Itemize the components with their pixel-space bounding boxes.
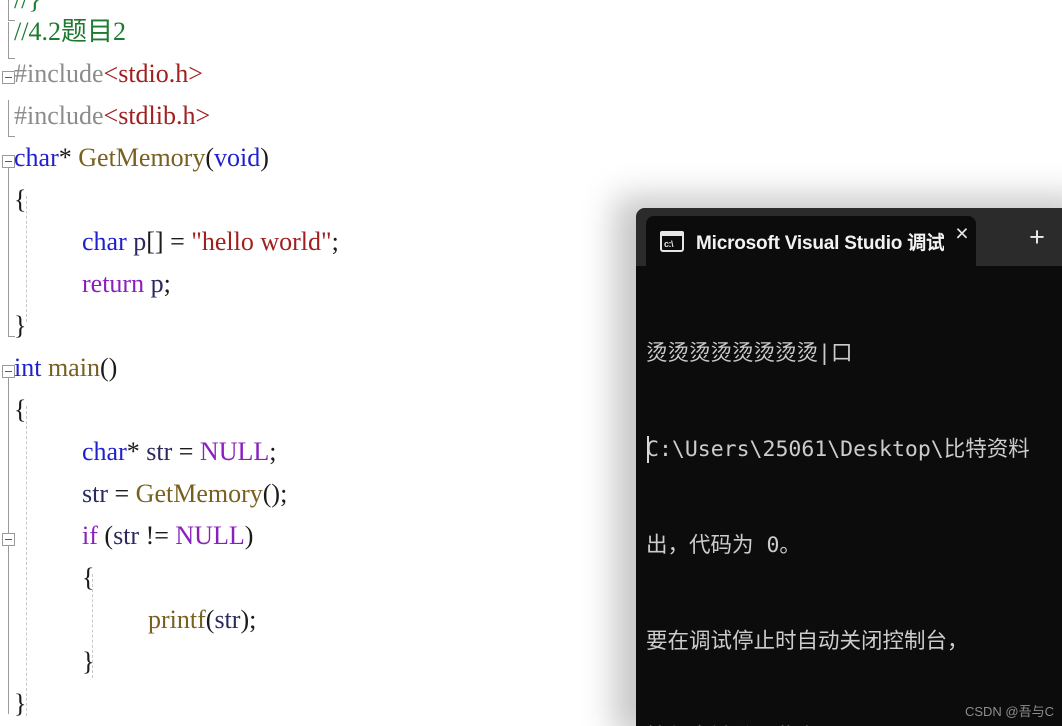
code-line-11[interactable]: char* str = NULL;: [82, 431, 276, 473]
console-output-text: 烫烫烫烫烫烫烫烫|口 C:\Users\25061\Desktop\比特资料 出…: [646, 274, 1062, 726]
console-output-line: 按任意键关闭此窗口. . .: [646, 722, 1062, 726]
variable-str: str: [146, 437, 173, 466]
brace-close: }: [14, 311, 27, 340]
variable-p: p: [144, 269, 164, 298]
code-line-1[interactable]: //4.2题目2: [14, 11, 126, 53]
code-line-9[interactable]: int main(): [14, 347, 117, 389]
paren-close: ): [240, 605, 250, 634]
keyword-char: char: [82, 437, 127, 466]
code-text-area[interactable]: //} //4.2题目2 #include<stdio.h> #include<…: [0, 0, 636, 726]
keyword-char: char: [82, 227, 127, 256]
code-line-17[interactable]: }: [14, 683, 26, 725]
brace-close: }: [82, 647, 95, 676]
macro-null: NULL: [199, 437, 270, 466]
console-titlebar[interactable]: Microsoft Visual Studio 调试控 × +: [636, 208, 1062, 266]
preprocessor-directive: #include: [14, 59, 104, 88]
new-tab-icon[interactable]: +: [1016, 216, 1058, 258]
parens: (): [262, 479, 281, 508]
paren-open: (: [97, 521, 114, 550]
code-line-14[interactable]: {: [82, 557, 94, 599]
function-name-main: main: [41, 353, 100, 382]
paren-open: (: [205, 143, 215, 172]
assign-operator: =: [108, 479, 136, 508]
console-output-line: 出，代码为 0。: [646, 533, 801, 558]
parens: (): [99, 353, 118, 382]
variable-str: str: [82, 479, 108, 508]
console-text-cursor: [647, 436, 649, 463]
include-header: <stdio.h>: [103, 59, 203, 88]
code-line-10[interactable]: {: [14, 389, 26, 431]
code-line-13[interactable]: if (str != NULL): [82, 515, 253, 557]
function-call-getmemory: GetMemory: [135, 479, 263, 508]
paren-close: ): [244, 521, 254, 550]
code-line-12[interactable]: str = GetMemory();: [82, 473, 287, 515]
keyword-char: char: [14, 143, 59, 172]
variable-p: p: [126, 227, 147, 256]
screen-root: //} //4.2题目2 #include<stdio.h> #include<…: [0, 0, 1062, 726]
keyword-int: int: [14, 353, 42, 382]
console-output-line: C:\Users\25061\Desktop\比特资料: [646, 437, 1030, 462]
console-tab-title: Microsoft Visual Studio 调试控: [696, 232, 944, 254]
semicolon: ;: [249, 605, 257, 634]
function-name: GetMemory: [78, 143, 206, 172]
semicolon: ;: [163, 269, 171, 298]
variable-str: str: [214, 605, 241, 634]
command-prompt-icon: [660, 230, 684, 252]
console-output-line: 烫烫烫烫烫烫烫烫|口: [646, 341, 853, 366]
code-line-6[interactable]: char p[] = "hello world";: [82, 221, 339, 263]
brace-close: }: [14, 689, 27, 718]
assign-operator: =: [172, 437, 200, 466]
pointer-star: *: [126, 437, 147, 466]
code-line-4[interactable]: char* GetMemory(void): [14, 137, 269, 179]
semicolon: ;: [269, 437, 277, 466]
assign-operator: =: [163, 227, 192, 256]
not-equal-operator: !=: [139, 521, 176, 550]
close-icon[interactable]: ×: [936, 208, 988, 258]
watermark: CSDN @吾与C: [964, 704, 1054, 719]
debug-console-window[interactable]: Microsoft Visual Studio 调试控 × + 烫烫烫烫烫烫烫烫…: [636, 208, 1062, 726]
code-line-5[interactable]: {: [14, 179, 26, 221]
brace-open: {: [14, 185, 27, 214]
paren-close: ): [260, 143, 269, 172]
semicolon: ;: [280, 479, 288, 508]
code-line-2[interactable]: #include<stdio.h>: [14, 53, 203, 95]
variable-str: str: [113, 521, 140, 550]
code-line-8[interactable]: }: [14, 305, 26, 347]
console-output-area[interactable]: 烫烫烫烫烫烫烫烫|口 C:\Users\25061\Desktop\比特资料 出…: [636, 266, 1062, 726]
brace-open: {: [14, 395, 27, 424]
keyword-if: if: [82, 521, 98, 550]
code-comment: //4.2题目2: [14, 17, 126, 46]
array-brackets: []: [146, 227, 164, 256]
code-line-16[interactable]: }: [82, 641, 94, 683]
include-header: <stdlib.h>: [103, 101, 211, 130]
console-tab[interactable]: Microsoft Visual Studio 调试控: [646, 216, 976, 266]
keyword-return: return: [82, 269, 145, 298]
brace-open: {: [82, 563, 95, 592]
console-output-line: 要在调试停止时自动关闭控制台，: [646, 629, 969, 654]
semicolon: ;: [331, 227, 339, 256]
function-call-printf: printf: [148, 605, 206, 634]
code-line-15[interactable]: printf(str);: [148, 599, 256, 641]
code-line-7[interactable]: return p;: [82, 263, 171, 305]
preprocessor-directive: #include: [14, 101, 104, 130]
pointer-star: *: [58, 143, 79, 172]
string-literal: "hello world": [191, 227, 332, 256]
macro-null: NULL: [175, 521, 245, 550]
keyword-void: void: [214, 143, 261, 172]
code-line-3[interactable]: #include<stdlib.h>: [14, 95, 210, 137]
